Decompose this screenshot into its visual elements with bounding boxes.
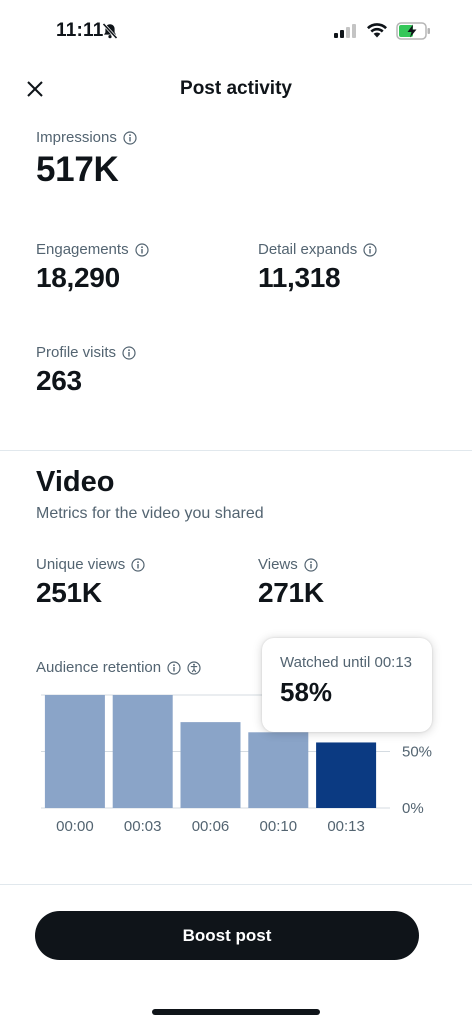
battery-charging-icon [396,22,430,40]
x-tick-label: 00:03 [124,818,162,835]
info-icon[interactable] [122,345,136,360]
retention-bar[interactable] [180,722,241,808]
views-value: 271K [258,577,324,608]
tooltip-caption: Watched until 00:13 [280,654,413,671]
status-bar: 11:11 [0,0,472,64]
detail-expands-value: 11,318 [258,262,341,293]
profile-visits-label: Profile visits [36,344,117,361]
wifi-icon [367,23,387,38]
boost-post-button[interactable]: Boost post [35,911,419,960]
section-divider [0,450,472,451]
engagements-metric: Engagements 18,290 [36,241,149,294]
detail-expands-metric: Detail expands 11,318 [258,241,377,294]
retention-bar[interactable] [316,742,377,808]
page-title: Post activity [180,78,292,99]
accessibility-icon[interactable] [187,660,201,675]
info-icon[interactable] [134,242,149,257]
audience-retention-heading: Audience retention [36,659,201,676]
retention-bar[interactable] [112,695,173,808]
home-indicator [152,1009,320,1015]
x-tick-label: 00:13 [327,818,365,835]
views-metric: Views 271K [258,556,324,609]
info-icon[interactable] [304,557,318,572]
x-tick-label: 00:10 [260,818,298,835]
tooltip-value: 58% [280,677,333,707]
audience-retention-label: Audience retention [36,659,162,676]
footer-divider [0,884,472,885]
info-icon[interactable] [167,660,181,675]
retention-bar[interactable] [248,732,309,808]
post-activity-screen: 11:11 Post activity Impressions 517K Eng… [0,0,472,1024]
unique-views-metric: Unique views 251K [36,556,145,609]
header: Post activity [0,64,472,116]
status-time: 11:11 [56,20,104,41]
retention-bar[interactable] [44,695,105,808]
x-tick-label: 00:00 [56,818,94,835]
info-icon[interactable] [123,130,137,145]
cellular-signal-icon [334,24,356,38]
x-tick-label: 00:06 [192,818,230,835]
info-icon[interactable] [363,242,377,257]
video-section-title: Video [36,466,115,498]
unique-views-label: Unique views [36,556,126,573]
y-tick-label: 0% [402,800,424,817]
impressions-value: 517K [36,150,119,189]
bell-off-icon [102,22,118,40]
profile-visits-value: 263 [36,365,82,396]
profile-visits-metric: Profile visits 263 [36,344,136,397]
unique-views-value: 251K [36,577,102,608]
video-section-subtitle: Metrics for the video you shared [36,505,264,522]
engagements-value: 18,290 [36,262,120,293]
views-label: Views [258,556,298,573]
engagements-label: Engagements [36,241,129,258]
info-icon[interactable] [131,557,145,572]
y-tick-label: 50% [402,744,432,761]
impressions-metric: Impressions 517K [36,129,137,190]
impressions-label: Impressions [36,129,117,146]
retention-tooltip: Watched until 00:13 58% [262,638,432,732]
detail-expands-label: Detail expands [258,241,358,258]
